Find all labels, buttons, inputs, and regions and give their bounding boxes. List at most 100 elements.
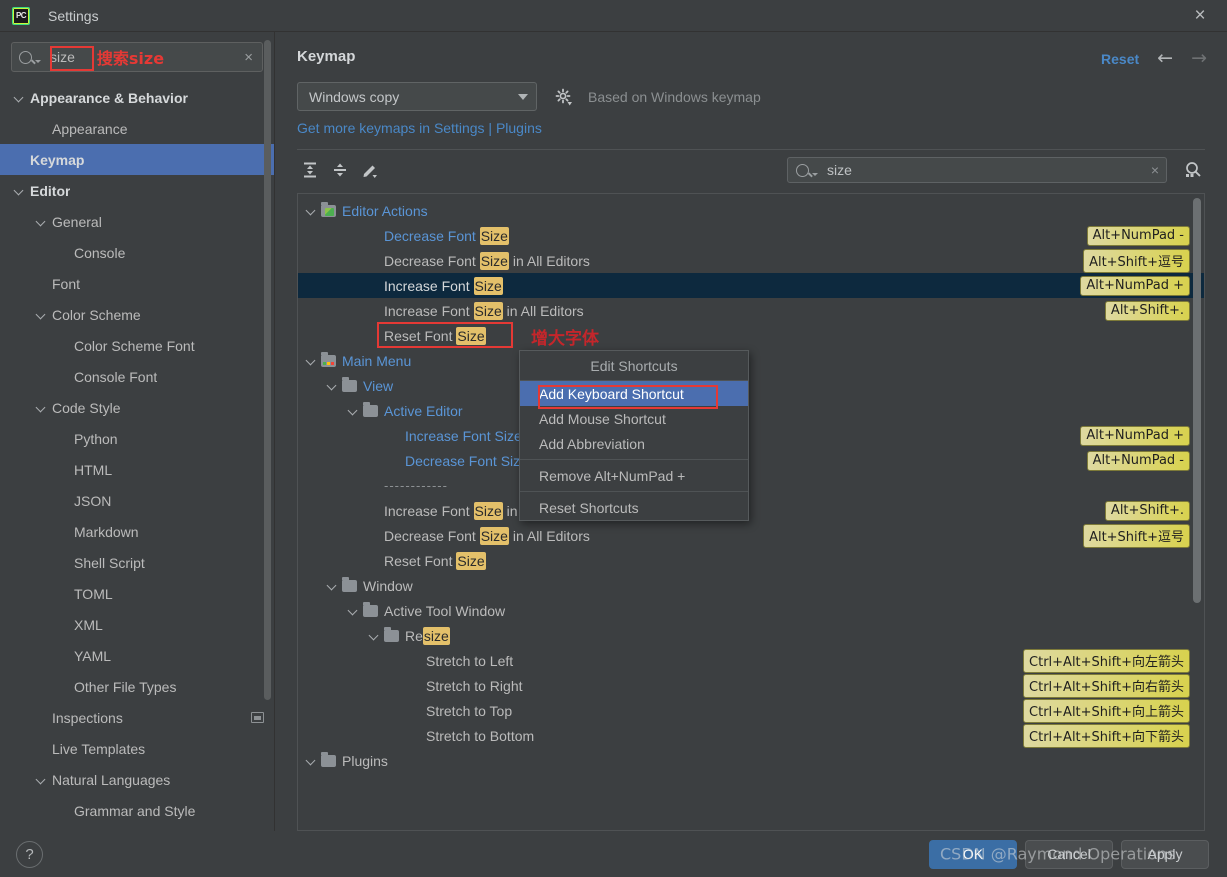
find-by-shortcut-icon[interactable] (1181, 158, 1205, 182)
sidebar-item-html[interactable]: HTML (0, 454, 274, 485)
collapse-all-icon[interactable] (327, 157, 353, 183)
label-text: Plugins (342, 752, 388, 769)
shortcut-row-decrease-font-size-all-editors[interactable]: Decrease Font Size in All Editors Alt+Shi… (298, 248, 1204, 273)
sidebar-item-code-style[interactable]: Code Style (0, 392, 274, 423)
shortcut-row-window[interactable]: Window (298, 573, 1204, 598)
sidebar-item-natural-languages[interactable]: Natural Languages (0, 764, 274, 795)
context-menu-item-remove-alt-numpad[interactable]: Remove Alt+NumPad + (520, 463, 748, 488)
keymap-search-input[interactable]: size (827, 162, 852, 178)
sidebar-item-toml[interactable]: TOML (0, 578, 274, 609)
shortcut-row-active-tool-window[interactable]: Active Tool Window (298, 598, 1204, 623)
shortcut-row-menu-increase-font-size[interactable]: Increase Font Size Alt+NumPad + (298, 423, 1204, 448)
chevron-down-icon[interactable] (348, 405, 360, 417)
get-more-keymaps-link[interactable]: Get more keymaps in Settings | Plugins (275, 111, 1227, 136)
chevron-down-icon[interactable] (14, 92, 25, 103)
sidebar-item-console-font[interactable]: Console Font (0, 361, 274, 392)
shortcut-row-view[interactable]: View (298, 373, 1204, 398)
keymap-search-box[interactable]: size × (787, 157, 1167, 183)
close-icon[interactable]: × (1187, 3, 1213, 29)
sidebar-item-yaml[interactable]: YAML (0, 640, 274, 671)
shortcut-row-menu-decrease-font-size[interactable]: Decrease Font Size Alt+NumPad - (298, 448, 1204, 473)
forward-arrow-icon[interactable]: → (1191, 49, 1207, 68)
sidebar-item-appearance[interactable]: Appearance (0, 113, 274, 144)
shortcut-row-label: Window (363, 578, 413, 594)
chevron-down-icon[interactable] (306, 755, 318, 767)
ok-button[interactable]: OK (929, 839, 1017, 869)
sidebar-item-other-file-types[interactable]: Other File Types (0, 671, 274, 702)
search-dropdown-caret-icon[interactable] (35, 59, 41, 63)
context-menu-item-add-abbreviation[interactable]: Add Abbreviation (520, 431, 748, 456)
chevron-down-icon[interactable] (327, 580, 339, 592)
sidebar-item-live-templates[interactable]: Live Templates (0, 733, 274, 764)
context-menu-item-add-keyboard-shortcut[interactable]: Add Keyboard Shortcut (520, 381, 748, 406)
chevron-down-icon[interactable] (306, 205, 318, 217)
sidebar-search-input[interactable]: size (50, 49, 75, 65)
shortcut-badge: Alt+Shift+逗号 (1083, 523, 1190, 548)
gear-icon[interactable] (554, 88, 572, 106)
expand-all-icon[interactable] (297, 157, 323, 183)
chevron-down-icon[interactable] (36, 309, 47, 320)
sidebar-item-json[interactable]: JSON (0, 485, 274, 516)
chevron-down-icon[interactable] (306, 355, 318, 367)
sidebar-item-markdown[interactable]: Markdown (0, 516, 274, 547)
shortcut-row-stretch-to-bottom[interactable]: Stretch to Bottom Ctrl+Alt+Shift+向下箭头 (298, 723, 1204, 748)
chevron-down-icon[interactable] (14, 185, 25, 196)
context-menu-item-add-mouse-shortcut[interactable]: Add Mouse Shortcut (520, 406, 748, 431)
sidebar-item-label: JSON (74, 492, 112, 509)
inspections-profile-icon[interactable] (251, 712, 264, 723)
shortcut-row-active-editor[interactable]: Active Editor (298, 398, 1204, 423)
shortcut-row-menu-reset-font-size[interactable]: Reset Font Size (298, 548, 1204, 573)
help-button[interactable]: ? (16, 840, 43, 868)
sidebar-item-font[interactable]: Font (0, 268, 274, 299)
shortcut-row-resize[interactable]: Resize (298, 623, 1204, 648)
shortcut-row-menu-increase-font-size-all[interactable]: Increase Font Size in All EditorsAlt+Shi… (298, 498, 1204, 523)
sidebar-scrollbar[interactable] (264, 40, 271, 700)
sidebar-item-label: Console Font (74, 368, 158, 385)
shortcut-row-increase-font-size-all-editors[interactable]: Increase Font Size in All Editors Alt+Shi… (298, 298, 1204, 323)
sidebar-item-keymap[interactable]: Keymap (0, 144, 274, 175)
apply-button[interactable]: Apply (1121, 839, 1209, 869)
sidebar-item-shell-script[interactable]: Shell Script (0, 547, 274, 578)
sidebar-item-color-scheme[interactable]: Color Scheme (0, 299, 274, 330)
shortcut-row-stretch-to-left[interactable]: Stretch to Left Ctrl+Alt+Shift+向左箭头 (298, 648, 1204, 673)
sidebar-item-color-scheme-font[interactable]: Color Scheme Font (0, 330, 274, 361)
sidebar-item-console[interactable]: Console (0, 237, 274, 268)
chevron-down-icon[interactable] (36, 774, 47, 785)
shortcut-tree-scrollbar[interactable] (1193, 198, 1201, 603)
shortcut-row-decrease-font-size[interactable]: Decrease Font Size Alt+NumPad - (298, 223, 1204, 248)
sidebar-item-general[interactable]: General (0, 206, 274, 237)
sidebar-item-grammar-and-style[interactable]: Grammar and Style (0, 795, 274, 826)
chevron-down-icon[interactable] (36, 216, 47, 227)
cancel-button[interactable]: Cancel (1025, 839, 1113, 869)
sidebar-item-label: Grammar and Style (74, 802, 196, 819)
chevron-down-icon[interactable] (327, 380, 339, 392)
sidebar-item-editor[interactable]: Editor (0, 175, 274, 206)
clear-keymap-search-icon[interactable]: × (1151, 162, 1159, 178)
shortcut-row-editor-actions[interactable]: Editor Actions (298, 198, 1204, 223)
shortcut-row-menu-decrease-font-size-all[interactable]: Decrease Font Size in All Editors Alt+Shi… (298, 523, 1204, 548)
shortcut-row-stretch-to-top[interactable]: Stretch to Top Ctrl+Alt+Shift+向上箭头 (298, 698, 1204, 723)
shortcut-row-plugins[interactable]: Plugins (298, 748, 1204, 773)
shortcut-row-main-menu[interactable]: Main Menu (298, 348, 1204, 373)
shortcut-row-increase-font-size[interactable]: Increase Font Size Alt+NumPad + (298, 273, 1204, 298)
chevron-down-icon[interactable] (36, 402, 47, 413)
sidebar-item-xml[interactable]: XML (0, 609, 274, 640)
reset-button[interactable]: Reset (1101, 51, 1139, 67)
search-dropdown-caret-icon[interactable] (812, 172, 818, 176)
shortcut-row-stretch-to-right[interactable]: Stretch to Right Ctrl+Alt+Shift+向右箭头 (298, 673, 1204, 698)
keymap-select[interactable]: Windows copy (297, 82, 537, 111)
shortcut-row-separator[interactable]: ------------ (298, 473, 1204, 498)
chevron-down-icon[interactable] (348, 605, 360, 617)
sidebar-item-python[interactable]: Python (0, 423, 274, 454)
sidebar-item-appearance-behavior[interactable]: Appearance & Behavior (0, 82, 274, 113)
edit-pencil-icon[interactable] (357, 157, 383, 183)
shortcut-row-reset-font-size[interactable]: Reset Font Size (298, 323, 1204, 348)
clear-search-icon[interactable]: × (244, 50, 256, 65)
sidebar-search-box[interactable]: size 搜索size × (11, 42, 263, 72)
back-arrow-icon[interactable]: ← (1157, 49, 1173, 68)
chevron-down-icon[interactable] (369, 630, 381, 642)
context-menu-item-reset-shortcuts[interactable]: Reset Shortcuts (520, 495, 748, 520)
sidebar-item-inspections[interactable]: Inspections (0, 702, 274, 733)
